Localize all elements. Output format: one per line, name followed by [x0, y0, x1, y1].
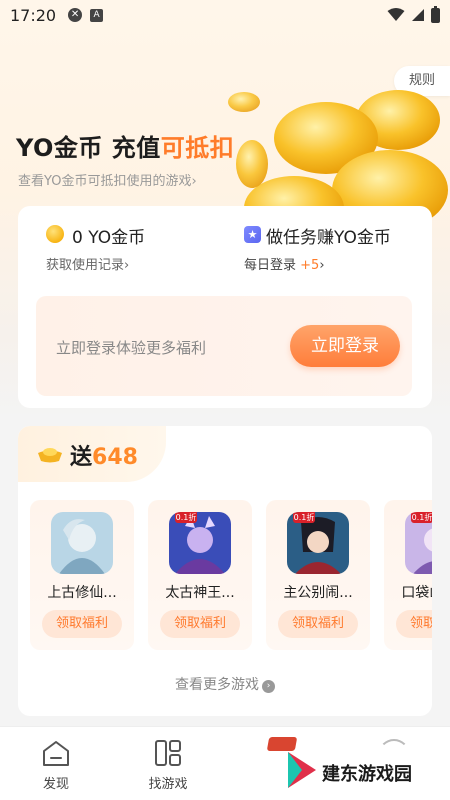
- gift-amount: 648: [92, 445, 138, 470]
- home-icon: [43, 741, 69, 766]
- game-name: 太古神王...: [165, 585, 235, 601]
- login-prompt-box: 立即登录体验更多福利 立即登录: [36, 296, 412, 396]
- more-games-label: 查看更多游戏: [175, 677, 259, 693]
- claim-button[interactable]: 领取福利: [42, 610, 122, 638]
- task-title[interactable]: 做任务赚YO金币: [266, 223, 391, 248]
- notification-a-icon: A: [90, 8, 104, 22]
- game-name: 主公别闹...: [283, 585, 353, 601]
- deductible-games-label: 查看YO金币可抵扣使用的游戏: [18, 174, 192, 189]
- nav-item-discover[interactable]: 发现: [16, 737, 96, 792]
- login-hint: 立即登录体验更多福利: [56, 339, 207, 357]
- discount-tag: 0.1折: [175, 512, 197, 523]
- status-right-icons: [387, 5, 440, 23]
- discount-tag: 0.1折: [411, 512, 432, 523]
- claim-button[interactable]: 领取福利: [160, 610, 240, 638]
- nav-label-discover: 发现: [42, 777, 69, 792]
- game-name: 上古修仙...: [47, 585, 117, 601]
- coin-balance-value: 0: [72, 228, 83, 248]
- game-card[interactable]: 0.1折 口袋山海... 领取福利: [384, 500, 432, 650]
- notification-x-icon: ✕: [68, 8, 83, 22]
- watermark-text: 建东游戏园: [322, 764, 412, 785]
- battery-icon: [431, 5, 440, 23]
- wallet-card: 0 YO金币 获取使用记录› ★ 做任务赚YO金币 每日登录 +5› 立即登录体…: [18, 206, 432, 408]
- games-row[interactable]: 上古修仙... 领取福利 0.1折 太古神王... 领取福利 0.1折 主公别闹…: [30, 500, 432, 652]
- claim-button[interactable]: 领取福利: [278, 610, 358, 638]
- records-link-label: 获取使用记录: [46, 258, 125, 273]
- wifi-icon: [387, 8, 405, 21]
- game-name: 口袋山海...: [401, 585, 432, 601]
- daily-login-reward: +5: [300, 258, 320, 273]
- coin-balance-currency: YO金币: [88, 228, 146, 248]
- records-link[interactable]: 获取使用记录›: [46, 254, 129, 273]
- game-card[interactable]: 0.1折 太古神王... 领取福利: [148, 500, 252, 650]
- watermark-logo-icon: [288, 752, 316, 788]
- hero-title: YO金币 充值可抵扣: [16, 128, 234, 163]
- coin-icon: [46, 225, 64, 243]
- daily-login-link[interactable]: 每日登录 +5›: [244, 254, 325, 273]
- chevron-right-icon: ›: [319, 258, 325, 273]
- daily-login-label: 每日登录: [244, 258, 297, 273]
- chevron-right-icon: ›: [191, 174, 197, 189]
- game-icon: 0.1折: [287, 512, 349, 574]
- game-card[interactable]: 0.1折 主公别闹... 领取福利: [266, 500, 370, 650]
- coin-balance: 0 YO金币: [72, 223, 145, 248]
- game-artwork: [51, 512, 113, 574]
- nav-item-find-games[interactable]: 找游戏: [128, 737, 208, 792]
- game-icon: [51, 512, 113, 574]
- hero-title-main: YO金币 充值: [16, 134, 161, 162]
- grid-icon: [155, 740, 181, 766]
- game-icon: 0.1折: [169, 512, 231, 574]
- gift-title-prefix: 送: [70, 445, 93, 470]
- task-star-icon: ★: [244, 226, 261, 243]
- signal-icon: [412, 9, 424, 21]
- claim-button[interactable]: 领取福利: [396, 610, 432, 638]
- status-bar: 17:20 ✕ A: [0, 0, 450, 30]
- gold-ingot-icon: [38, 448, 62, 463]
- gift-card: 送648 上古修仙... 领取福利 0.1折 太古神王... 领取福利 0.1折…: [18, 426, 432, 716]
- login-button[interactable]: 立即登录: [290, 325, 400, 367]
- nav-label-find-games: 找游戏: [148, 777, 188, 792]
- game-icon: 0.1折: [405, 512, 432, 574]
- hero-title-accent: 可抵扣: [160, 134, 235, 162]
- discount-tag: 0.1折: [293, 512, 315, 523]
- gift-title: 送648: [70, 439, 138, 471]
- watermark: 建东游戏园: [280, 746, 440, 796]
- deductible-games-link[interactable]: 查看YO金币可抵扣使用的游戏›: [18, 170, 197, 189]
- status-time: 17:20: [10, 5, 57, 25]
- gift-header: 送648: [18, 426, 166, 482]
- chevron-right-circle-icon: ›: [262, 680, 275, 693]
- game-card[interactable]: 上古修仙... 领取福利: [30, 500, 134, 650]
- chevron-right-icon: ›: [124, 258, 130, 273]
- more-games-link[interactable]: 查看更多游戏 ›: [18, 674, 432, 694]
